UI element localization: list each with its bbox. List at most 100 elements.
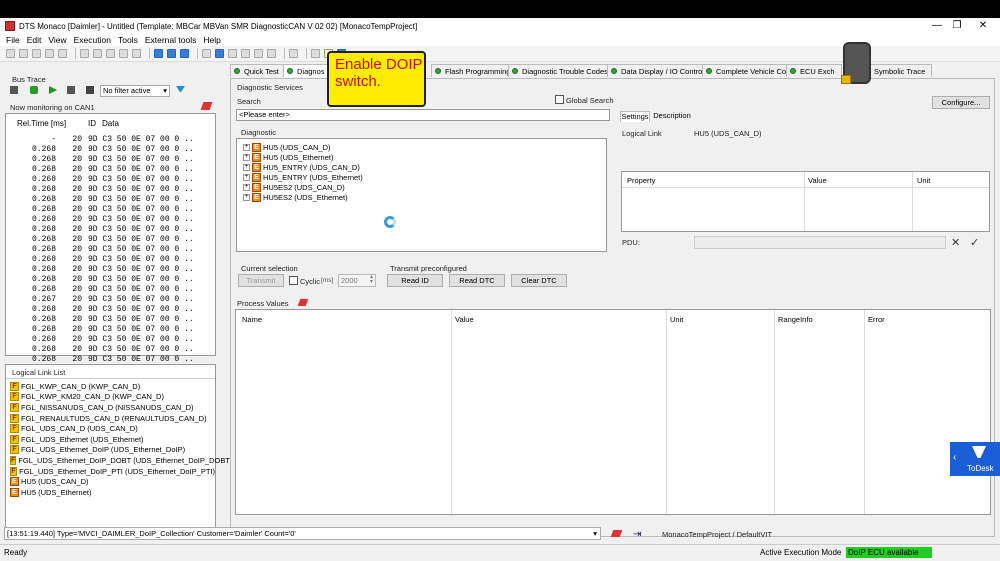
- tab-data-display[interactable]: Data Display / IO Control: [607, 64, 711, 77]
- record-icon[interactable]: [254, 49, 263, 58]
- tab-ecu-exchange[interactable]: ECU Exch: [786, 64, 842, 77]
- list-item[interactable]: E HU5 (UDS_Ethernet): [10, 487, 215, 498]
- expand-icon[interactable]: +: [243, 153, 250, 161]
- cell-data: 9D C3 50 0E 07 00 0 ..: [88, 235, 194, 244]
- copy-icon[interactable]: [93, 49, 102, 58]
- ecu-icon: E: [10, 477, 19, 487]
- expand-icon[interactable]: +: [243, 173, 250, 181]
- search-input[interactable]: <Please enter>: [236, 109, 610, 121]
- download-icon[interactable]: [30, 86, 38, 94]
- table-row: 0.268 20 9D C3 50 0E 07 00 0 ..: [6, 275, 214, 285]
- tab-settings[interactable]: Settings: [620, 111, 650, 122]
- expand-icon[interactable]: +: [243, 143, 250, 151]
- expand-icon[interactable]: +: [243, 183, 250, 191]
- layout-grid-icon[interactable]: [180, 49, 189, 58]
- tab-dtc[interactable]: Diagnostic Trouble Codes: [508, 64, 615, 77]
- clear-pdu-icon[interactable]: ✕: [951, 236, 960, 249]
- export-icon[interactable]: ⇥: [633, 529, 641, 540]
- ecu-icon: E: [252, 142, 261, 152]
- tree-node[interactable]: + E HU5ES2 (UDS_Ethernet): [243, 192, 363, 202]
- menu-help[interactable]: Help: [203, 35, 220, 45]
- ecu-icon: E: [10, 487, 19, 497]
- log-select[interactable]: [13:51:19.440] Type='MVCI_DAIMLER_DoIP_C…: [4, 527, 601, 540]
- cell-id: 20: [72, 315, 82, 324]
- list-item[interactable]: F FGL_NISSANUDS_CAN_D (NISSANUDS_CAN_D): [10, 402, 215, 413]
- stop-icon[interactable]: [215, 49, 224, 58]
- menu-external-tools[interactable]: External tools: [145, 35, 197, 45]
- clear-icon[interactable]: [200, 102, 213, 110]
- tab-diagnostic-tree[interactable]: Diagnostic: [240, 128, 277, 137]
- list-item[interactable]: F FGL_UDS_Ethernet_DoIP (UDS_Ethernet_DoI…: [10, 445, 215, 456]
- divider: [6, 378, 215, 379]
- open-icon[interactable]: [19, 49, 28, 58]
- interval-stepper[interactable]: 2000 ▲ ▼: [338, 274, 376, 287]
- tab-description[interactable]: Description: [652, 111, 692, 122]
- tab-quick-test[interactable]: Quick Test: [230, 64, 286, 77]
- list-item-label: HU5 (UDS_CAN_D): [21, 477, 89, 487]
- tree-node[interactable]: + E HU5_ENTRY (UDS_Ethernet): [243, 172, 363, 182]
- menu-view[interactable]: View: [48, 35, 66, 45]
- cell-id: 20: [72, 145, 82, 154]
- confirm-pdu-icon[interactable]: ✓: [970, 236, 979, 249]
- list-item[interactable]: F FGL_UDS_CAN_D (UDS_CAN_D): [10, 423, 215, 434]
- cell-data: 9D C3 50 0E 07 00 0 ..: [88, 205, 194, 214]
- list-item[interactable]: F FGL_RENAULTUDS_CAN_D (RENAULTUDS_CAN_D): [10, 413, 215, 424]
- list-item[interactable]: E HU5 (UDS_CAN_D): [10, 476, 215, 487]
- save-all-icon[interactable]: [45, 49, 54, 58]
- connect-icon[interactable]: [202, 49, 211, 58]
- list-item[interactable]: F FGL_KWP_CAN_D (KWP_CAN_D): [10, 381, 215, 392]
- play-icon[interactable]: [49, 86, 57, 94]
- layout-split-icon[interactable]: [167, 49, 176, 58]
- menu-edit[interactable]: Edit: [27, 35, 42, 45]
- tree-node[interactable]: + E HU5 (UDS_CAN_D): [243, 142, 363, 152]
- pause-icon[interactable]: [241, 49, 250, 58]
- menu-file[interactable]: File: [6, 35, 20, 45]
- read-dtc-button[interactable]: Read DTC: [449, 274, 505, 287]
- cell-reltime: 0.268: [31, 225, 56, 234]
- tree-node[interactable]: + E HU5_ENTRY (UDS_CAN_D): [243, 162, 363, 172]
- tab-diagnostic[interactable]: Diagnos: [283, 64, 332, 77]
- tab-symbolic-trace[interactable]: Symbolic Trace: [870, 64, 933, 77]
- read-id-button[interactable]: Read ID: [387, 274, 443, 287]
- close-button[interactable]: ✕: [966, 18, 1000, 34]
- cut-icon[interactable]: [80, 49, 89, 58]
- stop-icon[interactable]: [67, 86, 75, 94]
- filter-select[interactable]: No filter active ▾: [100, 85, 170, 97]
- menu-tools[interactable]: Tools: [118, 35, 138, 45]
- clear-dtc-button[interactable]: Clear DTC: [511, 274, 567, 287]
- menu-execution[interactable]: Execution: [74, 35, 111, 45]
- play-icon[interactable]: [228, 49, 237, 58]
- todesk-widget[interactable]: ‹ ToDesk: [950, 442, 1000, 476]
- save-icon[interactable]: [32, 49, 41, 58]
- list-item[interactable]: F FGL_UDS_Ethernet_DoIP_DOBT (UDS_Etherne…: [10, 455, 232, 466]
- global-search-checkbox[interactable]: [555, 95, 564, 104]
- layout-icon[interactable]: [154, 49, 163, 58]
- expand-icon[interactable]: +: [243, 163, 250, 171]
- undo-icon[interactable]: [132, 49, 141, 58]
- expand-icon[interactable]: +: [243, 193, 250, 201]
- chevron-left-icon[interactable]: ‹: [953, 452, 956, 463]
- transmit-button[interactable]: Transmit: [238, 274, 284, 287]
- tree-node[interactable]: + E HU5ES2 (UDS_CAN_D): [243, 182, 363, 192]
- divider: [864, 310, 865, 514]
- print-icon[interactable]: [58, 49, 67, 58]
- delete-icon[interactable]: [119, 49, 128, 58]
- new-icon[interactable]: [6, 49, 15, 58]
- tree-node[interactable]: + E HU5 (UDS_Ethernet): [243, 152, 363, 162]
- cyclic-checkbox[interactable]: [289, 276, 298, 285]
- log-icon[interactable]: [86, 86, 94, 94]
- settings-icon[interactable]: [267, 49, 276, 58]
- configure-button[interactable]: Configure...: [932, 96, 990, 109]
- trace-config-icon[interactable]: [10, 86, 18, 94]
- list-item[interactable]: F FGL_UDS_Ethernet (UDS_Ethernet): [10, 434, 215, 445]
- cell-id: 20: [72, 175, 82, 184]
- list-item[interactable]: F FGL_UDS_Ethernet_DoIP_PTI (UDS_Ethernet…: [10, 466, 215, 477]
- stepper-arrows-icon[interactable]: ▲ ▼: [369, 275, 374, 285]
- pdu-input[interactable]: [694, 236, 946, 249]
- filter-icon[interactable]: [176, 86, 185, 95]
- pen-icon[interactable]: [311, 49, 320, 58]
- list-item[interactable]: F FGL_KWP_KM20_CAN_D (KWP_CAN_D): [10, 392, 215, 403]
- tab-flash-programming[interactable]: Flash Programming: [431, 64, 518, 77]
- paste-icon[interactable]: [106, 49, 115, 58]
- edit-icon[interactable]: [289, 49, 298, 58]
